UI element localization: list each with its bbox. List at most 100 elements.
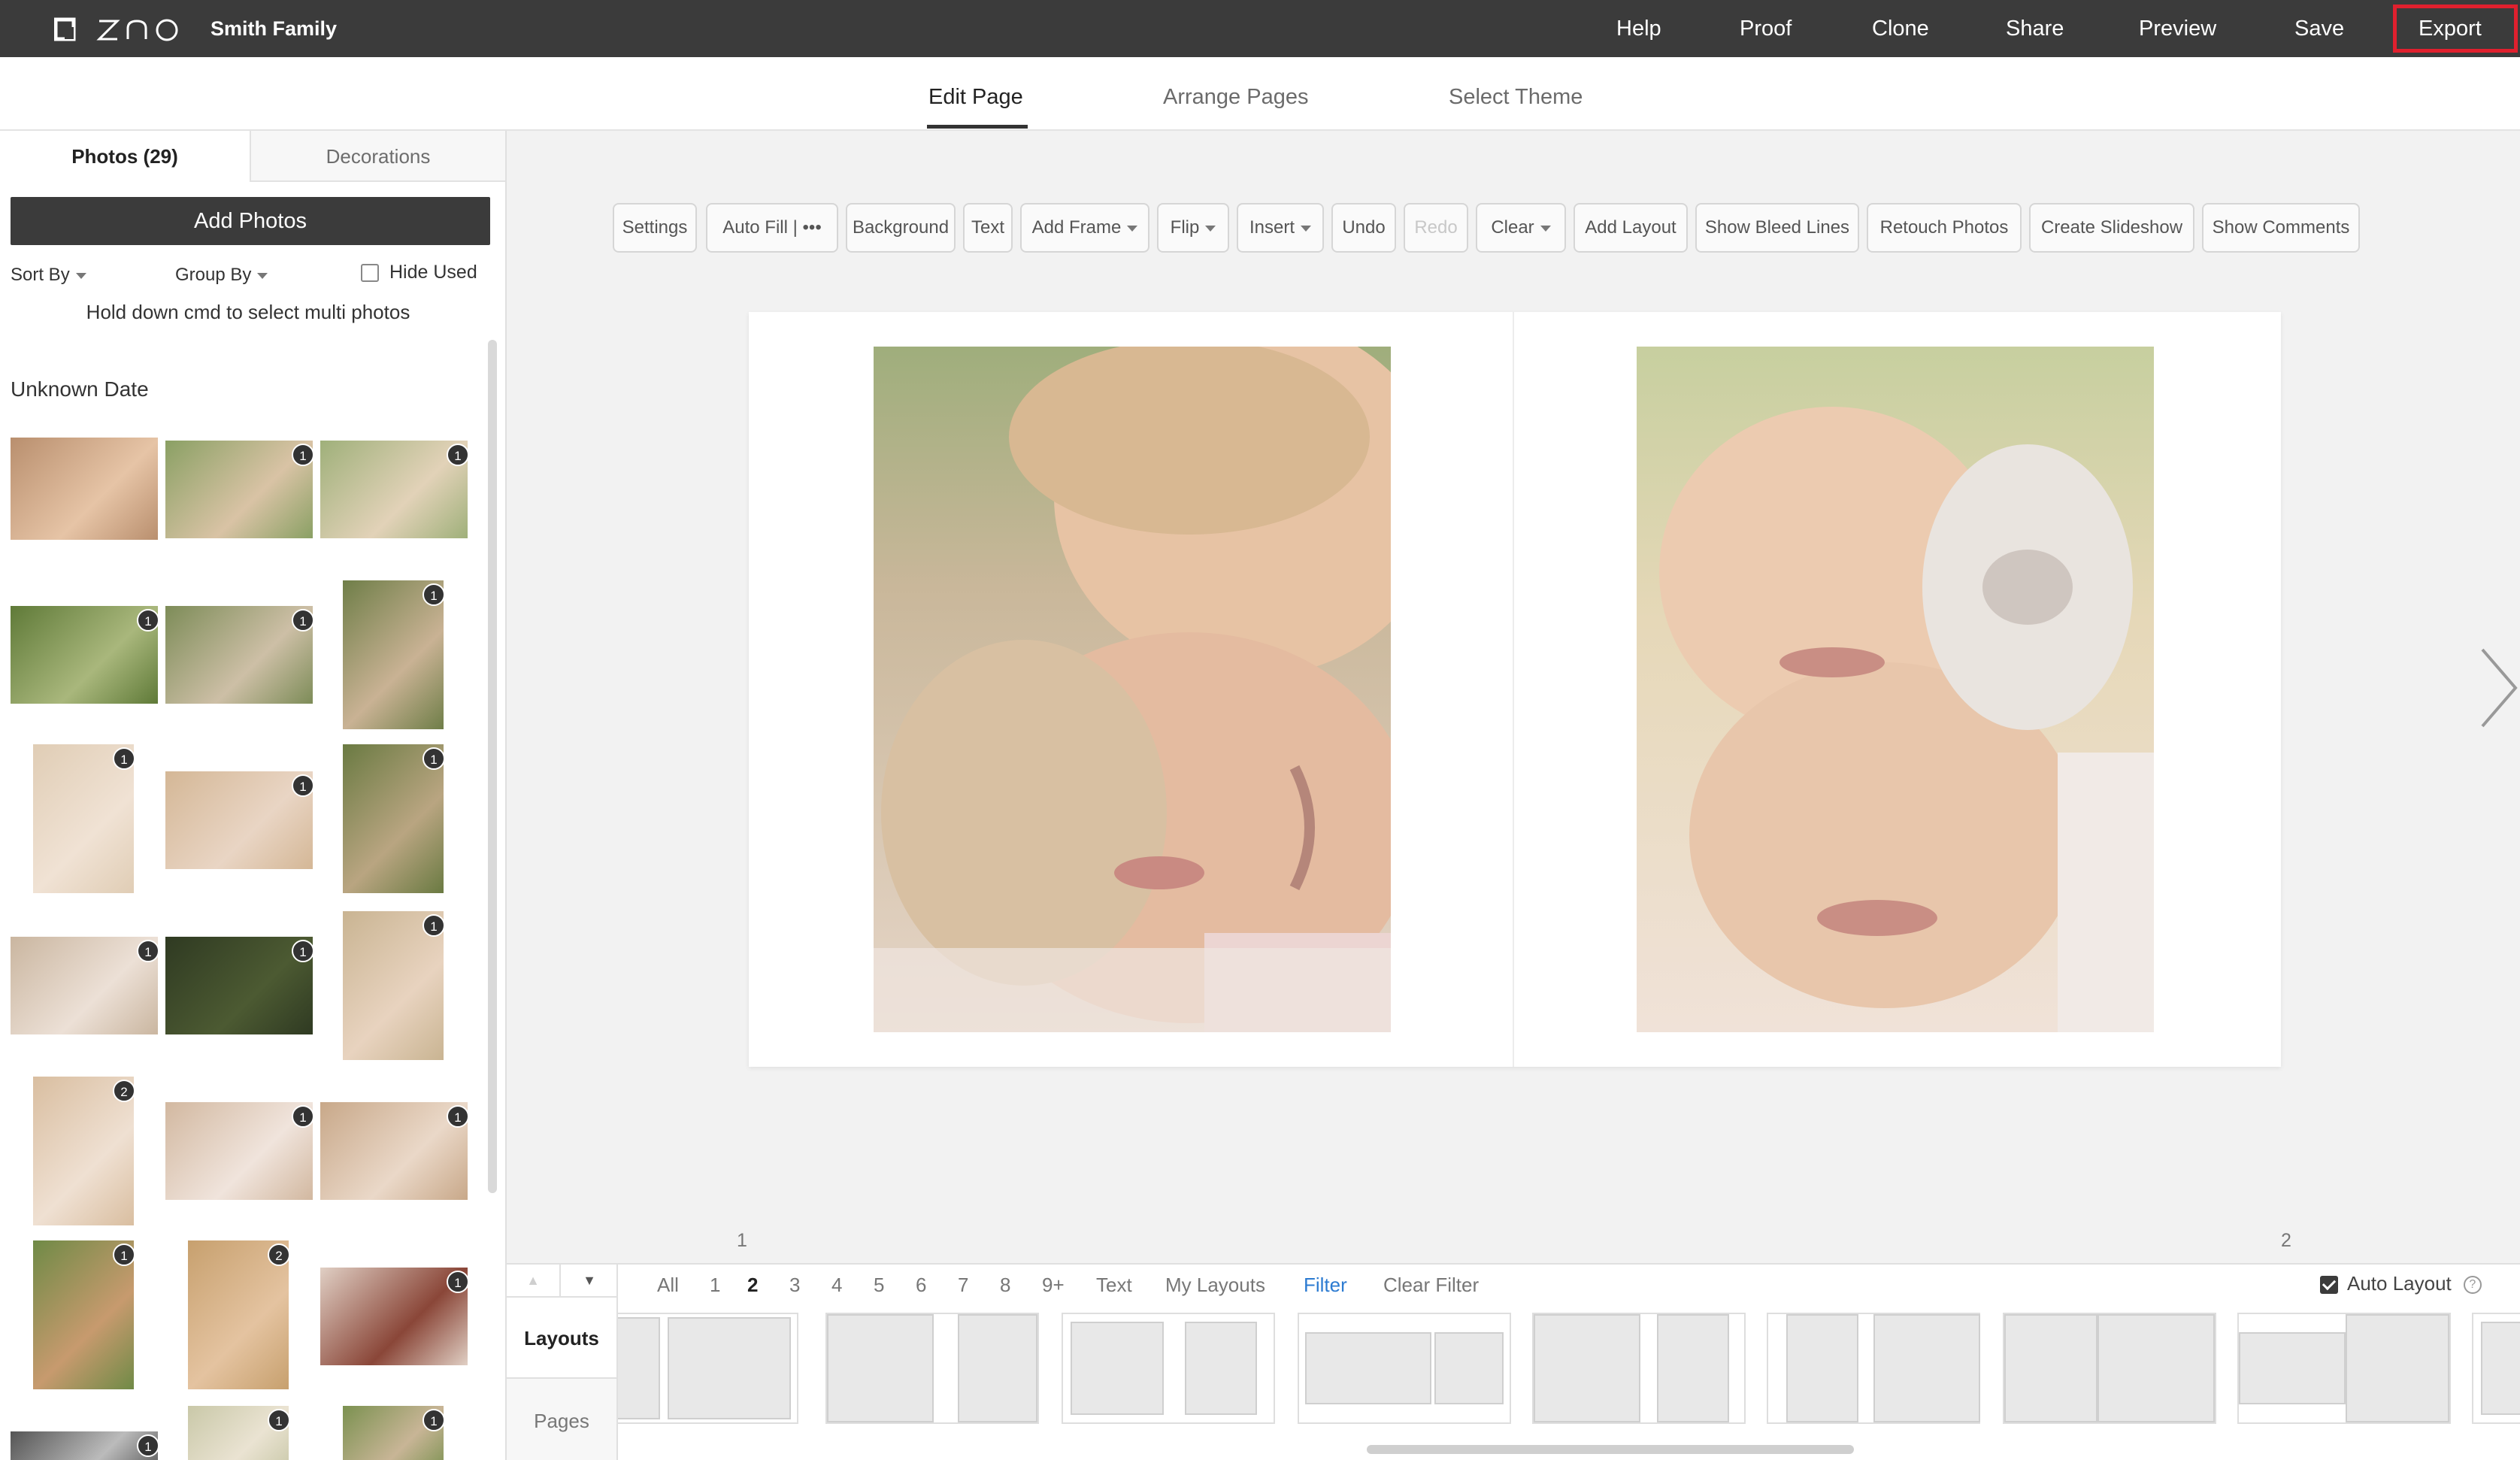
filter-3[interactable]: 3 bbox=[789, 1274, 800, 1297]
filter-9-plus[interactable]: 9+ bbox=[1042, 1274, 1065, 1297]
clear-button[interactable]: Clear bbox=[1476, 203, 1566, 253]
tab-photos[interactable]: Photos (29) bbox=[0, 131, 250, 182]
export-button[interactable]: Export bbox=[2419, 15, 2482, 42]
photo-thumbnail[interactable]: 1 bbox=[343, 744, 445, 893]
show-comments-button[interactable]: Show Comments bbox=[2202, 203, 2360, 253]
layout-option[interactable] bbox=[618, 1313, 798, 1424]
photo-thumbnail[interactable]: 1 bbox=[165, 937, 314, 1034]
layout-option[interactable] bbox=[1532, 1313, 1746, 1424]
photo-thumbnail[interactable]: 1 bbox=[320, 441, 469, 538]
more-icon[interactable]: | ••• bbox=[793, 217, 822, 238]
spread-gutter bbox=[1513, 312, 1514, 1067]
clone-button[interactable]: Clone bbox=[1872, 15, 1929, 42]
filter-2[interactable]: 2 bbox=[747, 1274, 758, 1297]
photo-thumbnail[interactable]: 1 bbox=[320, 1268, 469, 1365]
retouch-photos-button[interactable]: Retouch Photos bbox=[1867, 203, 2022, 253]
layout-option[interactable] bbox=[1298, 1313, 1511, 1424]
photo-thumbnail[interactable]: 1 bbox=[320, 1102, 469, 1200]
tab-arrange-pages[interactable]: Arrange Pages bbox=[1163, 84, 1308, 110]
settings-button[interactable]: Settings bbox=[613, 203, 697, 253]
filter-8[interactable]: 8 bbox=[1000, 1274, 1010, 1297]
auto-layout-toggle[interactable]: Auto Layout? bbox=[2320, 1272, 2482, 1295]
auto-layout-checkbox[interactable] bbox=[2320, 1276, 2338, 1295]
usage-count-badge: 1 bbox=[423, 914, 445, 937]
photos-scrollbar[interactable] bbox=[488, 340, 497, 1193]
usage-count-badge: 1 bbox=[447, 444, 469, 466]
project-name[interactable]: Smith Family bbox=[211, 17, 337, 41]
undo-button[interactable]: Undo bbox=[1331, 203, 1396, 253]
next-spread-arrow-icon[interactable] bbox=[2476, 647, 2520, 729]
filter-7[interactable]: 7 bbox=[958, 1274, 968, 1297]
photo-thumbnail[interactable]: 1 bbox=[165, 1102, 314, 1200]
chevron-down-icon bbox=[257, 272, 268, 279]
photo-thumbnail[interactable]: 2 bbox=[33, 1077, 135, 1225]
layout-option[interactable] bbox=[1062, 1313, 1275, 1424]
filter-all[interactable]: All bbox=[657, 1274, 679, 1297]
hide-used-checkbox[interactable] bbox=[361, 264, 379, 283]
layout-option[interactable] bbox=[825, 1313, 1039, 1424]
tab-edit-page[interactable]: Edit Page bbox=[928, 84, 1023, 110]
photo-thumbnail[interactable]: 1 bbox=[343, 1406, 445, 1460]
layout-option[interactable] bbox=[2003, 1313, 2216, 1424]
collapse-down-button[interactable]: ▼ bbox=[562, 1265, 616, 1296]
sort-by-dropdown[interactable]: Sort By bbox=[11, 265, 86, 286]
show-bleed-lines-button[interactable]: Show Bleed Lines bbox=[1695, 203, 1859, 253]
zno-logo[interactable] bbox=[54, 17, 197, 42]
page-1-photo[interactable] bbox=[874, 347, 1391, 1032]
text-button[interactable]: Text bbox=[963, 203, 1013, 253]
filter-6[interactable]: 6 bbox=[916, 1274, 926, 1297]
filter-4[interactable]: 4 bbox=[831, 1274, 842, 1297]
photo-thumbnail[interactable] bbox=[11, 438, 158, 540]
layouts-scrollbar[interactable] bbox=[1367, 1445, 1854, 1454]
tab-layouts[interactable]: Layouts bbox=[507, 1298, 616, 1379]
photo-thumbnail[interactable]: 2 bbox=[188, 1240, 290, 1389]
tab-select-theme[interactable]: Select Theme bbox=[1449, 84, 1583, 110]
photo-thumbnail[interactable]: 1 bbox=[165, 606, 314, 704]
photo-thumbnail[interactable]: 1 bbox=[11, 606, 159, 704]
filter-text[interactable]: Text bbox=[1096, 1274, 1132, 1297]
help-icon[interactable]: ? bbox=[2463, 1276, 2482, 1295]
add-photos-button[interactable]: Add Photos bbox=[11, 197, 490, 245]
filter-5[interactable]: 5 bbox=[874, 1274, 884, 1297]
add-layout-button[interactable]: Add Layout bbox=[1573, 203, 1688, 253]
page-2-photo[interactable] bbox=[1637, 347, 2154, 1032]
filter-my-layouts[interactable]: My Layouts bbox=[1165, 1274, 1265, 1297]
flip-button[interactable]: Flip bbox=[1157, 203, 1229, 253]
layout-cell bbox=[2481, 1322, 2520, 1415]
photo-thumbnail[interactable]: 1 bbox=[188, 1406, 290, 1460]
photo-thumbnail[interactable]: 1 bbox=[165, 441, 314, 538]
photo-thumbnail[interactable]: 1 bbox=[343, 911, 445, 1060]
insert-button[interactable]: Insert bbox=[1237, 203, 1324, 253]
add-frame-button[interactable]: Add Frame bbox=[1020, 203, 1149, 253]
preview-button[interactable]: Preview bbox=[2139, 15, 2216, 42]
photo-thumbnail[interactable]: 1 bbox=[165, 771, 314, 869]
background-button[interactable]: Background bbox=[846, 203, 956, 253]
photo-thumbnail[interactable]: 1 bbox=[343, 580, 445, 729]
clear-filter-button[interactable]: Clear Filter bbox=[1383, 1274, 1479, 1297]
create-slideshow-button[interactable]: Create Slideshow bbox=[2029, 203, 2194, 253]
auto-fill-button[interactable]: Auto Fill | ••• bbox=[706, 203, 838, 253]
layout-option[interactable] bbox=[2237, 1313, 2451, 1424]
layout-option[interactable] bbox=[2472, 1313, 2520, 1424]
photo-thumbnail[interactable]: 1 bbox=[11, 937, 159, 1034]
proof-button[interactable]: Proof bbox=[1740, 15, 1792, 42]
tab-decorations[interactable]: Decorations bbox=[250, 131, 505, 182]
hide-used-toggle[interactable]: Hide Used bbox=[361, 262, 477, 283]
auto-layout-label: Auto Layout bbox=[2347, 1272, 2452, 1295]
save-button[interactable]: Save bbox=[2294, 15, 2344, 42]
filter-button[interactable]: Filter bbox=[1304, 1274, 1347, 1297]
layout-option[interactable] bbox=[1767, 1313, 1980, 1424]
redo-button[interactable]: Redo bbox=[1404, 203, 1468, 253]
editor-canvas: Settings Auto Fill | ••• Background Text… bbox=[507, 131, 2520, 1263]
photo-thumbnail[interactable]: 1 bbox=[11, 1431, 159, 1460]
usage-count-badge: 1 bbox=[137, 609, 159, 632]
collapse-up-button[interactable]: ▲ bbox=[507, 1265, 561, 1296]
filter-1[interactable]: 1 bbox=[710, 1274, 720, 1297]
group-by-dropdown[interactable]: Group By bbox=[175, 265, 268, 286]
tab-pages[interactable]: Pages bbox=[507, 1380, 616, 1460]
photo-thumbnail[interactable]: 1 bbox=[33, 1240, 135, 1389]
photo-thumbnail[interactable]: 1 bbox=[33, 744, 135, 893]
share-button[interactable]: Share bbox=[2006, 15, 2064, 42]
help-button[interactable]: Help bbox=[1616, 15, 1661, 42]
layout-cell bbox=[1873, 1314, 1980, 1422]
